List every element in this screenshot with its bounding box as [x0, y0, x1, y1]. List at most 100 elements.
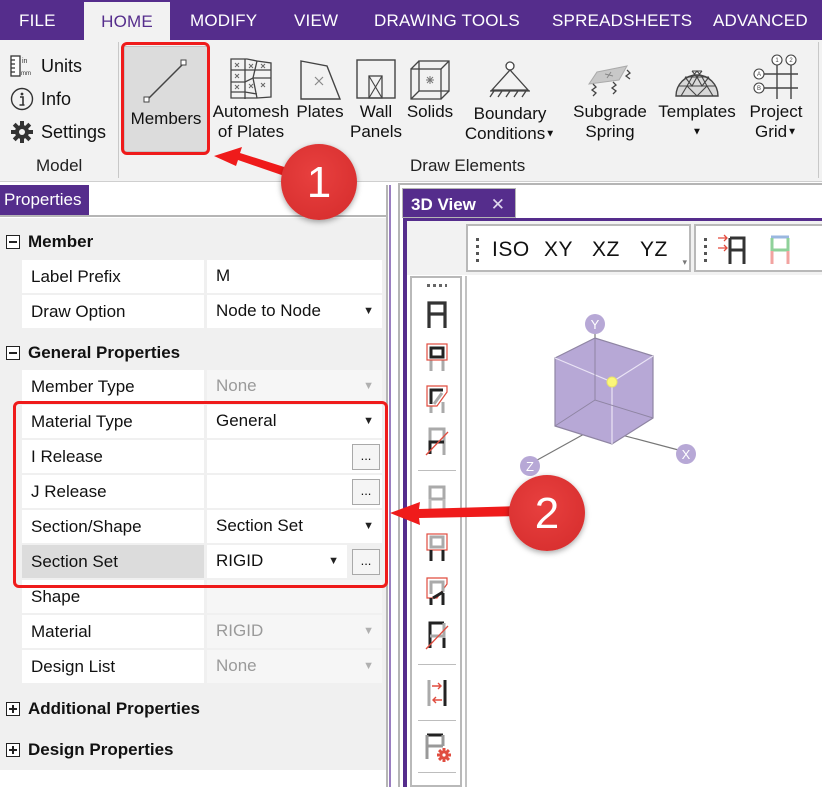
j-release-ellipsis-button[interactable]: ...: [352, 479, 380, 505]
chevron-down-icon: ▼: [787, 126, 798, 138]
property-label: Section/Shape: [22, 510, 204, 543]
solids-label: Solids: [406, 102, 454, 121]
hidden-member-icon[interactable]: [420, 482, 454, 516]
i-release-field[interactable]: ...: [207, 440, 382, 473]
panel-accent-line: [389, 185, 391, 787]
property-label: Material: [22, 615, 204, 648]
section-box-icon[interactable]: [420, 340, 454, 374]
boundary-label-2: Conditions: [464, 124, 546, 143]
axis-x-text: X: [682, 447, 691, 462]
property-label: Member Type: [22, 370, 204, 403]
toolbar-grip-handle[interactable]: [427, 284, 447, 287]
dropdown-arrow-icon: ▼: [363, 415, 374, 427]
select-value: General: [216, 411, 277, 430]
hidden-section-box-cut-icon[interactable]: [420, 574, 454, 608]
property-label: Shape: [22, 580, 204, 613]
properties-tab[interactable]: Properties: [0, 185, 89, 215]
tab-file[interactable]: FILE: [19, 0, 56, 40]
i-release-ellipsis-button[interactable]: ...: [352, 444, 380, 470]
members-button[interactable]: Members: [124, 46, 208, 152]
section-shape-select[interactable]: Section Set ▼: [207, 510, 382, 543]
svg-text:B: B: [757, 86, 761, 92]
tab-home[interactable]: HOME: [84, 2, 170, 40]
3d-viewport[interactable]: Y X Z: [467, 276, 822, 787]
j-release-field[interactable]: ...: [207, 475, 382, 508]
origin-dot: [606, 376, 618, 388]
member-loads-display-icon[interactable]: [718, 234, 752, 271]
svg-text:in: in: [22, 58, 28, 65]
templates-label: Templates: [658, 102, 736, 121]
property-row-material: Material RIGID ▼: [22, 615, 382, 649]
section-design-properties-header[interactable]: Design Properties: [6, 738, 174, 762]
tab-view[interactable]: VIEW: [294, 0, 338, 40]
dropdown-arrow-icon: ▼: [363, 520, 374, 532]
boundary-conditions-button[interactable]: Boundary Conditions▼: [460, 46, 560, 145]
select-value: RIGID: [216, 551, 264, 570]
release-arrows-icon[interactable]: [420, 676, 454, 710]
toolbar-grip-handle[interactable]: [704, 238, 707, 262]
section-set-select[interactable]: RIGID ▼: [207, 545, 347, 578]
toolbar-overflow-icon[interactable]: ▾: [682, 257, 687, 268]
display-toolbar: [694, 224, 822, 272]
view-yz-button[interactable]: YZ: [640, 238, 668, 262]
draw-elements-group-label: Draw Elements: [410, 156, 526, 175]
close-icon[interactable]: ✕: [491, 189, 505, 220]
units-label: Units: [41, 55, 83, 76]
tab-3d-view[interactable]: 3D View ✕: [402, 188, 516, 218]
plates-label: Plates: [296, 102, 344, 121]
templates-button[interactable]: Templates ▼: [655, 44, 739, 143]
toolbar-separator: [418, 720, 456, 721]
section-member-header[interactable]: Member: [6, 230, 93, 254]
toolbar-grip-handle[interactable]: [476, 238, 479, 262]
property-label: Material Type: [22, 405, 204, 438]
section-general-properties-header[interactable]: General Properties: [6, 341, 180, 365]
solids-button[interactable]: Solids: [404, 44, 456, 122]
wall-panels-button[interactable]: Wall Panels: [349, 44, 403, 142]
view-xy-button[interactable]: XY: [544, 238, 573, 262]
dropdown-arrow-icon: ▼: [328, 555, 339, 567]
tab-modify[interactable]: MODIFY: [190, 0, 257, 40]
section-diagonal-cut-icon[interactable]: [420, 424, 454, 458]
material-type-select[interactable]: General ▼: [207, 405, 382, 438]
tab-spreadsheets[interactable]: SPREADSHEETS: [552, 0, 692, 40]
plates-button[interactable]: Plates: [294, 44, 346, 122]
chevron-down-icon: ▼: [692, 126, 702, 138]
tab-drawing-tools[interactable]: DRAWING TOOLS: [374, 0, 520, 40]
hidden-diagonal-cut-icon[interactable]: [420, 618, 454, 652]
subgrade-label-1: Subgrade: [573, 102, 647, 121]
info-button[interactable]: Info: [9, 85, 71, 113]
automesh-label-1: Automesh: [212, 102, 290, 121]
property-label: I Release: [22, 440, 204, 473]
units-icon: in mm: [9, 53, 35, 79]
view-xz-button[interactable]: XZ: [592, 238, 620, 262]
hidden-section-box-icon[interactable]: [420, 530, 454, 564]
member-settings-icon[interactable]: [420, 730, 454, 764]
tab-advanced[interactable]: ADVANCED: [713, 0, 808, 40]
section-set-ellipsis-button[interactable]: ...: [352, 549, 380, 575]
property-row-shape: Shape: [22, 580, 382, 614]
view-iso-button[interactable]: ISO: [492, 238, 530, 262]
member-colors-display-icon[interactable]: [768, 234, 792, 271]
draw-option-select[interactable]: Node to Node ▼: [207, 295, 382, 328]
units-button[interactable]: in mm Units: [9, 52, 82, 80]
panel-splitter[interactable]: [386, 185, 388, 787]
subgrade-spring-button[interactable]: Subgrade Spring: [570, 44, 650, 142]
member-display-icon[interactable]: [420, 298, 454, 332]
property-row-j-release: J Release ...: [22, 475, 382, 509]
project-grid-label-2: Grid: [754, 122, 788, 141]
automesh-plates-button[interactable]: Automesh of Plates: [210, 44, 292, 142]
settings-button[interactable]: Settings: [9, 118, 106, 146]
property-label: Draw Option: [22, 295, 204, 328]
label-prefix-input[interactable]: M: [207, 260, 382, 293]
expand-icon: [6, 743, 20, 757]
section-box-cut-icon[interactable]: [420, 382, 454, 416]
x-axis-label: X: [676, 444, 696, 464]
automesh-label-2: of Plates: [217, 122, 285, 141]
project-grid-button[interactable]: 12AB Project Grid▼: [744, 44, 808, 143]
material-select: RIGID ▼: [207, 615, 382, 648]
view-cube[interactable]: Y X Z: [467, 276, 822, 787]
property-row-section-shape: Section/Shape Section Set ▼: [22, 510, 382, 544]
property-label: J Release: [22, 475, 204, 508]
section-additional-properties-header[interactable]: Additional Properties: [6, 697, 200, 721]
model-group-label: Model: [36, 156, 83, 175]
